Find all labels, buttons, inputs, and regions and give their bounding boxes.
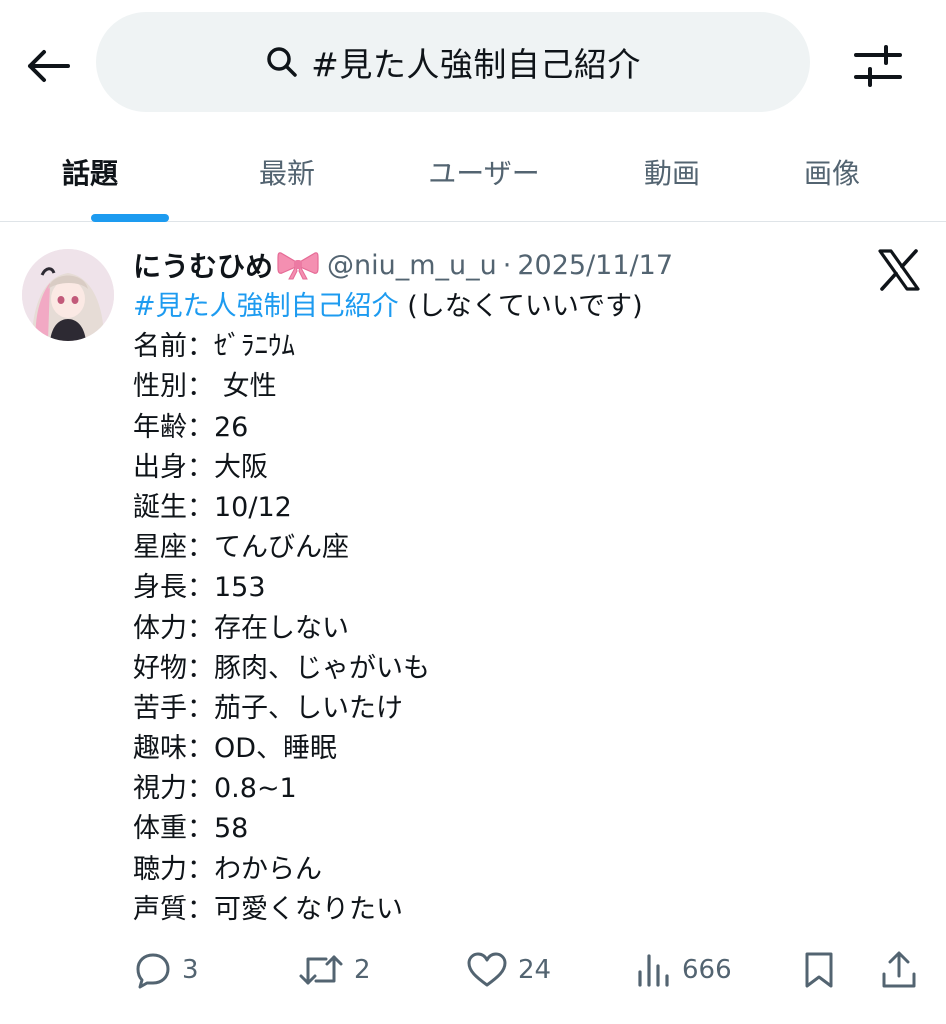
search-query: #見た人強制自己紹介 xyxy=(311,45,641,84)
tab-people[interactable]: ユーザー xyxy=(394,130,574,222)
top-bar: #見た人強制自己紹介 xyxy=(0,0,946,130)
profile-line-voice: 声質：可愛くなりたい xyxy=(133,893,403,925)
tab-label: 動画 xyxy=(643,157,700,190)
tab-images[interactable]: 画像 xyxy=(770,130,894,222)
tab-videos[interactable]: 動画 xyxy=(574,130,770,222)
repost-count: 2 xyxy=(354,955,371,985)
profile-line-hearing: 聴力：わからん xyxy=(133,853,322,885)
hashtag-suffix: (しなくていいです) xyxy=(398,291,643,322)
reply-count: 3 xyxy=(182,955,199,985)
repost-icon xyxy=(299,955,343,985)
share-icon xyxy=(882,951,916,988)
tab-label: 画像 xyxy=(803,157,860,190)
hashtag-link[interactable]: #見た人強制自己紹介 xyxy=(133,291,399,322)
post-header: にうむひめ @niu_m_u_u · 2025/11/17 xyxy=(133,245,673,285)
filter-button[interactable] xyxy=(850,40,906,92)
user-handle[interactable]: @niu_m_u_u xyxy=(327,250,497,281)
back-button[interactable] xyxy=(22,40,74,92)
view-count: 666 xyxy=(682,955,732,985)
profile-line-name: 名前：ｾﾞﾗﾆｳﾑ xyxy=(133,331,295,363)
profile-line-height: 身長：153 xyxy=(133,572,266,604)
post[interactable]: にうむひめ @niu_m_u_u · 2025/11/17 #見た人強制自己紹介… xyxy=(0,223,946,1024)
search-icon xyxy=(265,45,299,79)
profile-line-stamina: 体力：存在しない xyxy=(133,612,349,644)
share-button[interactable] xyxy=(880,945,918,995)
tab-top[interactable]: 話題 xyxy=(0,130,180,222)
bookmark-button[interactable] xyxy=(802,945,836,995)
search-tabs: 話題 最新 ユーザー 動画 画像 xyxy=(0,130,946,222)
profile-line-age: 年齢：26 xyxy=(133,411,249,443)
repost-button[interactable]: 2 xyxy=(298,945,371,995)
views-icon xyxy=(638,954,669,987)
heart-icon xyxy=(467,952,507,987)
profile-line-hobbies: 趣味：OD、睡眠 xyxy=(133,733,338,765)
reply-icon xyxy=(136,953,170,989)
profile-line-dislikes: 苦手：茄子、しいたけ xyxy=(133,692,403,724)
post-text: #見た人強制自己紹介 (しなくていいです) 名前：ｾﾞﾗﾆｳﾑ 性別： 女性 年… xyxy=(133,287,853,930)
sliders-icon xyxy=(854,45,902,87)
tab-label: 最新 xyxy=(258,157,315,190)
post-first-line: #見た人強制自己紹介 (しなくていいです) xyxy=(133,287,853,327)
arrow-left-icon xyxy=(28,50,70,82)
like-button[interactable]: 24 xyxy=(466,945,551,995)
profile-line-gender: 性別： 女性 xyxy=(133,371,277,403)
tab-label: ユーザー xyxy=(428,157,540,190)
search-input[interactable]: #見た人強制自己紹介 xyxy=(96,12,810,112)
profile-line-favorite-food: 好物：豚肉、じゃがいも xyxy=(133,652,430,684)
tab-latest[interactable]: 最新 xyxy=(180,130,394,222)
reply-button[interactable]: 3 xyxy=(134,945,199,995)
profile-line-zodiac: 星座：てんびん座 xyxy=(133,532,349,564)
avatar[interactable] xyxy=(22,249,114,341)
profile-line-eyesight: 視力：0.8~1 xyxy=(133,773,297,805)
bookmark-icon xyxy=(805,952,833,988)
tab-label: 話題 xyxy=(61,157,118,190)
ribbon-bow-icon xyxy=(277,249,319,281)
views-button[interactable]: 666 xyxy=(636,945,732,995)
post-date[interactable]: 2025/11/17 xyxy=(517,250,673,281)
post-actions: 3 2 24 666 xyxy=(0,945,946,995)
profile-line-birthday: 誕生：10/12 xyxy=(133,491,292,523)
separator-dot: · xyxy=(502,249,512,281)
x-logo-icon xyxy=(876,247,922,293)
profile-line-weight: 体重：58 xyxy=(133,813,249,845)
display-name[interactable]: にうむひめ xyxy=(133,245,273,285)
like-count: 24 xyxy=(518,955,552,985)
active-tab-indicator xyxy=(91,214,169,222)
profile-line-hometown: 出身：大阪 xyxy=(133,451,268,483)
